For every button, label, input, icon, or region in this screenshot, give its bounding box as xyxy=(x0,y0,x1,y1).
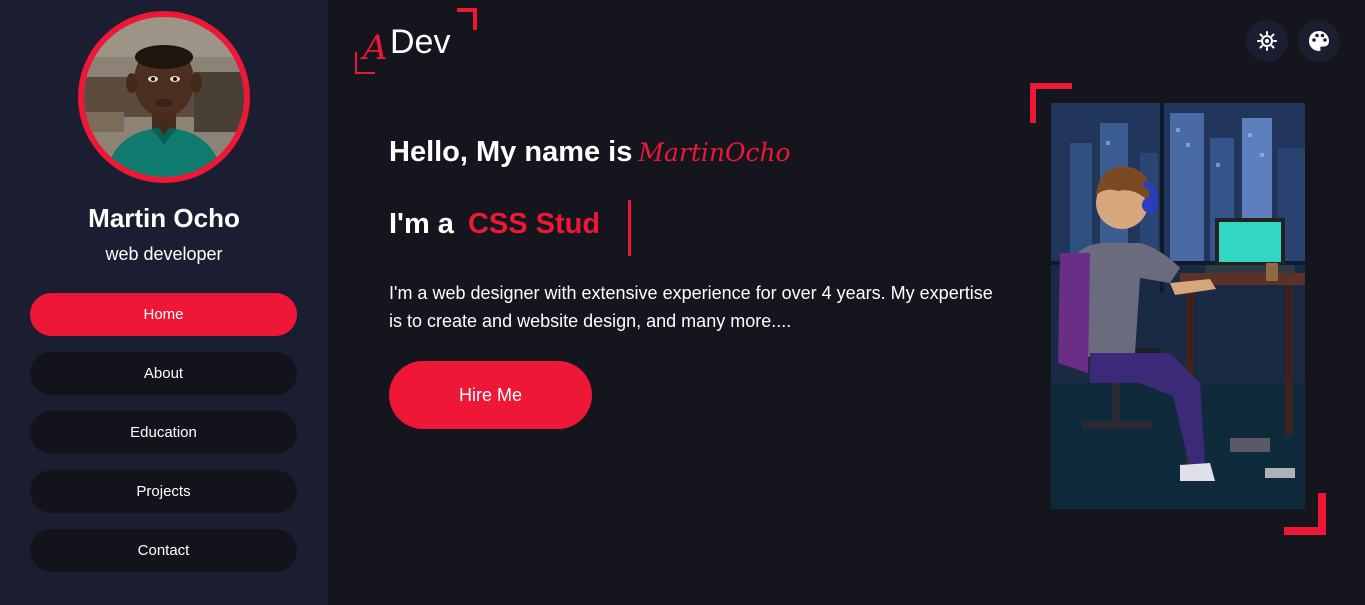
profile-role: web developer xyxy=(105,244,223,264)
coder-illustration xyxy=(1030,83,1326,535)
hire-me-label: Hire Me xyxy=(458,384,522,405)
nav-item-contact[interactable]: Contact xyxy=(30,529,297,572)
typed-role-text: CSS Stud xyxy=(467,208,601,240)
avatar xyxy=(84,17,244,177)
role-heading: I'm a CSS Stud xyxy=(389,208,600,241)
nav-item-label: About xyxy=(143,365,184,382)
nav-item-home[interactable]: Home xyxy=(30,293,297,336)
logo-accent: A xyxy=(363,28,388,68)
nav-item-education[interactable]: Education xyxy=(30,411,297,454)
hero-illustration xyxy=(1030,83,1326,535)
sidebar: Martin Ocho web developer Home About Edu… xyxy=(0,0,328,605)
name-signature: MartinOcho xyxy=(638,138,791,167)
nav-item-about[interactable]: About xyxy=(30,352,297,395)
palette-icon xyxy=(1309,31,1329,51)
avatar-frame xyxy=(78,11,250,183)
greeting-heading: Hello, My name is MartinOcho xyxy=(389,136,791,169)
typing-caret xyxy=(628,200,631,256)
nav-item-label: Education xyxy=(130,424,197,441)
im-a-text: I'm a xyxy=(389,208,454,240)
intro-description: I'm a web designer with extensive experi… xyxy=(389,283,993,331)
logo-text: Dev xyxy=(390,23,451,61)
site-logo[interactable]: A Dev xyxy=(355,8,477,74)
portfolio-page: Martin Ocho web developer Home About Edu… xyxy=(0,0,1365,605)
nav-item-label: Projects xyxy=(136,483,191,500)
sidebar-nav: Home About Education Projects Contact xyxy=(30,293,297,588)
nav-item-label: Contact xyxy=(137,542,190,559)
sun-icon xyxy=(1257,31,1277,51)
palette-button[interactable] xyxy=(1298,20,1340,62)
profile-name: Martin Ocho xyxy=(88,203,240,233)
nav-item-label: Home xyxy=(143,306,184,323)
nav-item-projects[interactable]: Projects xyxy=(30,470,297,513)
hire-me-button[interactable]: Hire Me xyxy=(389,361,592,429)
theme-toggle-button[interactable] xyxy=(1246,20,1288,62)
greeting-text: Hello, My name is xyxy=(389,136,633,168)
